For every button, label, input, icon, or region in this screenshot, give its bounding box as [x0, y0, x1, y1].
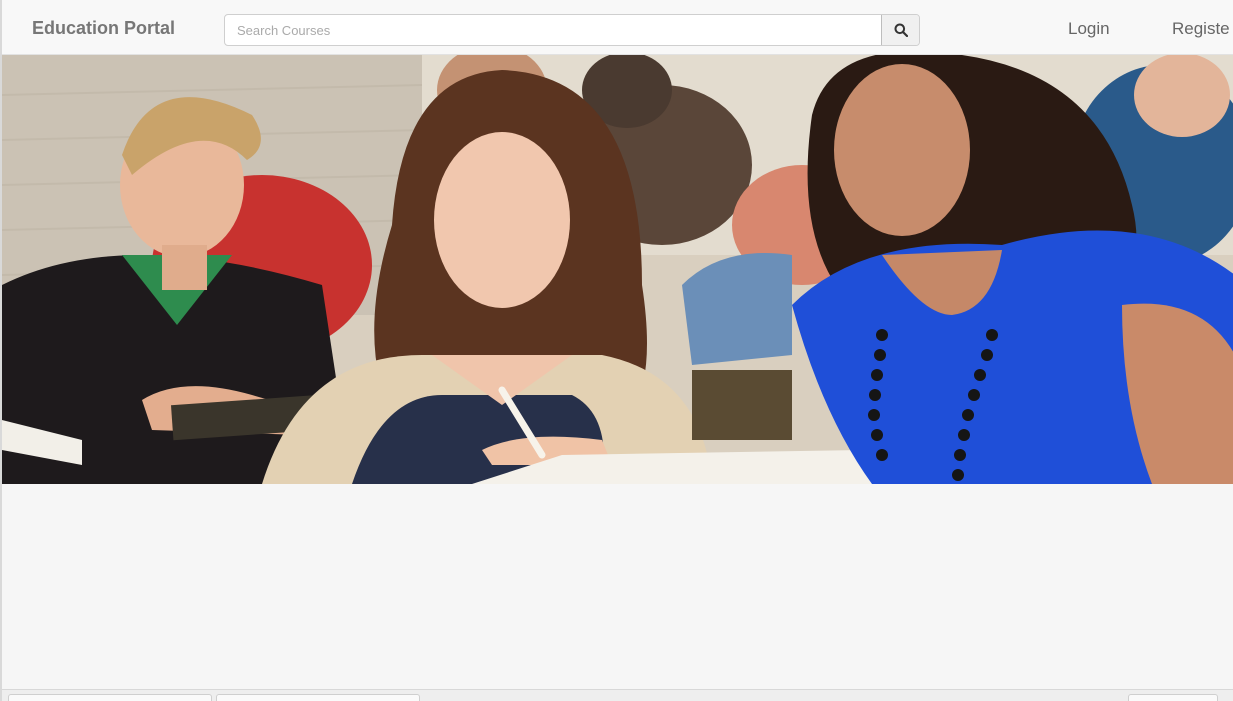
register-link[interactable]: Registe [1172, 19, 1230, 39]
brand-logo-link[interactable]: Education Portal [32, 18, 175, 39]
bottom-tab-3[interactable] [1128, 694, 1218, 701]
woman-center-face [434, 132, 570, 308]
woman-blue-face [834, 64, 970, 236]
page: Education Portal Login Registe [0, 0, 1233, 701]
bottom-tab-1[interactable] [8, 694, 212, 701]
hero-image [2, 55, 1233, 484]
bottom-tab-2[interactable] [216, 694, 420, 701]
desk-right [692, 370, 792, 440]
bottom-tab-strip [2, 689, 1233, 701]
search-bar [224, 14, 920, 46]
navbar: Education Portal Login Registe [2, 0, 1233, 55]
search-icon [894, 23, 908, 37]
search-button[interactable] [881, 15, 919, 45]
students-photo [2, 55, 1233, 484]
login-link[interactable]: Login [1068, 19, 1110, 39]
search-input[interactable] [225, 15, 881, 45]
